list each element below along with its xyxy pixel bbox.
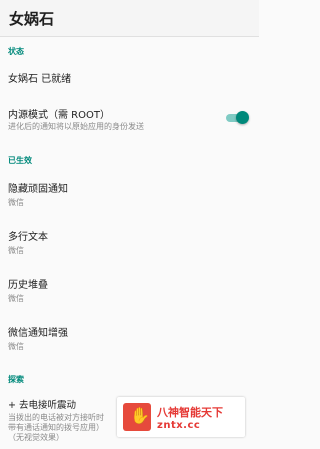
- status-ready-title: 女娲石 已就绪: [8, 74, 72, 85]
- app-title: 女娲石: [9, 9, 55, 28]
- effective-item-hide-stubborn[interactable]: 隐藏顽固通知 微信: [0, 180, 259, 208]
- watermark-line2: zntx.cc: [157, 419, 201, 431]
- effective-item-history-stack[interactable]: 历史堆叠 微信: [0, 276, 259, 304]
- app-bar: 女娲石: [0, 0, 259, 37]
- effective-item-subtitle: 微信: [8, 294, 24, 303]
- inner-mode-toggle[interactable]: [225, 111, 249, 125]
- effective-item-title: 多行文本: [8, 232, 48, 243]
- status-ready-item[interactable]: 女娲石 已就绪: [0, 70, 259, 85]
- inner-mode-subtitle: 进化后的通知将以原始应用的身份发送: [8, 122, 144, 131]
- section-header-explore: 探索: [8, 375, 24, 384]
- watermark-badge: ✋ 八神智能天下 zntx.cc: [117, 397, 245, 437]
- section-header-effective: 已生效: [8, 156, 32, 165]
- effective-item-title: 历史堆叠: [8, 280, 48, 291]
- effective-item-subtitle: 微信: [8, 246, 24, 255]
- inner-mode-item[interactable]: 内源模式（需 ROOT） 进化后的通知将以原始应用的身份发送: [0, 106, 259, 132]
- effective-item-title: 微信通知增强: [8, 328, 68, 339]
- effective-item-multiline[interactable]: 多行文本 微信: [0, 228, 259, 256]
- effective-item-title: 隐藏顽固通知: [8, 184, 68, 195]
- brush-logo-icon: ✋: [123, 403, 151, 431]
- section-header-status: 状态: [8, 47, 24, 56]
- effective-item-subtitle: 微信: [8, 198, 24, 207]
- effective-item-wechat-enhance[interactable]: 微信通知增强 微信: [0, 324, 259, 352]
- watermark-text: 八神智能天下 zntx.cc: [157, 404, 223, 431]
- watermark-line1: 八神智能天下: [157, 405, 223, 419]
- toggle-thumb: [236, 111, 249, 124]
- effective-item-subtitle: 微信: [8, 342, 24, 351]
- inner-mode-title: 内源模式（需 ROOT）: [8, 110, 110, 121]
